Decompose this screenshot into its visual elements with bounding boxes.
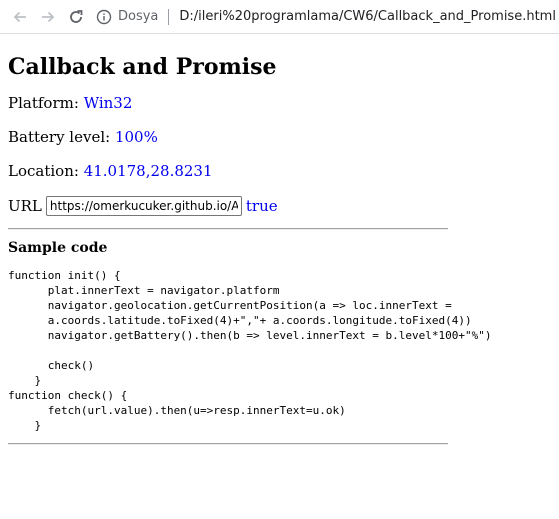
page-content: Callback and Promise Platform: Win32 Bat…: [0, 54, 559, 445]
sample-code-heading: Sample code: [8, 240, 108, 256]
arrow-left-icon: [13, 11, 26, 22]
divider-top: [8, 228, 448, 230]
sample-code: function init() { plat.innerText = navig…: [8, 269, 492, 432]
page-title: Callback and Promise: [8, 54, 277, 80]
battery-value: 100%: [114, 128, 158, 146]
battery-label: Battery level:: [8, 128, 111, 146]
platform-label: Platform:: [8, 94, 79, 112]
location-label: Location:: [8, 162, 79, 180]
back-button[interactable]: [6, 3, 34, 31]
info-icon[interactable]: [96, 9, 112, 25]
location-value: 41.0178,28.8231: [83, 162, 213, 180]
platform-value: Win32: [83, 94, 133, 112]
reload-button[interactable]: [62, 3, 90, 31]
browser-toolbar: Dosya D:/ileri%20programlama/CW6/Callbac…: [0, 0, 559, 34]
address-url[interactable]: D:/ileri%20programlama/CW6/Callback_and_…: [179, 9, 556, 24]
reload-icon: [70, 9, 83, 23]
address-separator: [168, 8, 170, 25]
url-row: URL true: [8, 196, 551, 216]
forward-button[interactable]: [34, 3, 62, 31]
url-label: URL: [8, 197, 42, 215]
url-input[interactable]: [45, 196, 242, 216]
response-value: true: [245, 197, 278, 215]
arrow-right-icon: [42, 11, 55, 22]
divider-bottom: [8, 443, 448, 445]
address-bar[interactable]: Dosya D:/ileri%20programlama/CW6/Callbac…: [96, 8, 556, 25]
platform-line: Platform: Win32: [8, 94, 551, 113]
location-line: Location: 41.0178,28.8231: [8, 162, 551, 181]
address-label: Dosya: [118, 9, 159, 24]
battery-line: Battery level: 100%: [8, 128, 551, 147]
